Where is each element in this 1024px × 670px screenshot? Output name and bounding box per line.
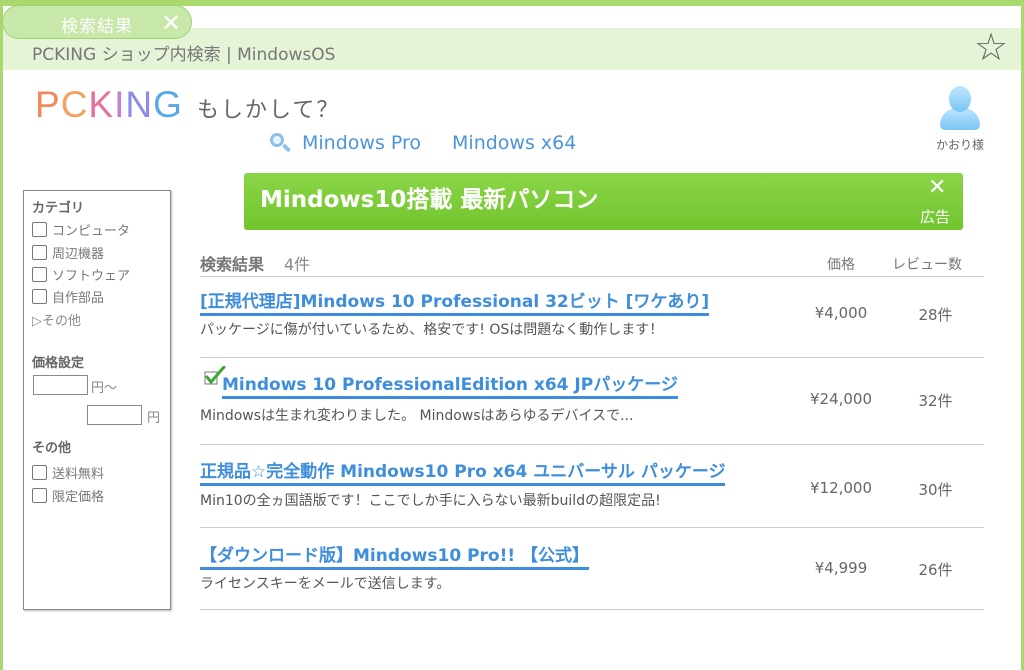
result-review-count: 30件	[918, 481, 953, 499]
free-shipping-checkbox[interactable]: 送料無料	[32, 463, 104, 482]
search-icon	[268, 131, 292, 155]
result-row[interactable]: [正規代理店]Mindows 10 Professional 32ビット [ワケ…	[200, 287, 984, 358]
price-heading: 価格設定	[32, 356, 85, 371]
category-checkbox-software[interactable]: ソフトウェア	[32, 265, 130, 284]
user-name: かおり様	[935, 138, 984, 152]
suggestion-link-x64[interactable]: Mindows x64	[452, 132, 576, 154]
result-title-link[interactable]: [正規代理店]Mindows 10 Professional 32ビット [ワケ…	[200, 287, 710, 316]
category-checkbox-peripherals[interactable]: 周辺機器	[32, 243, 104, 262]
bookmark-star-icon[interactable]: ☆	[974, 27, 1008, 67]
filter-sidebar: カテゴリ コンピュータ 周辺機器 ソフトウェア 自作部品 ▷その他 価格設定 円…	[23, 190, 171, 610]
category-other-link[interactable]: ▷その他	[32, 310, 81, 329]
result-price: ¥4,000	[814, 304, 868, 322]
result-title-link[interactable]: 【ダウンロード版】Mindows10 Pro!! 【公式】	[200, 541, 590, 570]
checkbox[interactable]	[32, 488, 47, 503]
pcking-logo[interactable]: PCKING	[35, 84, 183, 126]
limited-price-checkbox[interactable]: 限定価格	[32, 486, 104, 505]
ad-banner[interactable]: Mindows10搭載 最新パソコン ✕ 広告	[244, 173, 963, 230]
did-you-mean-heading: もしかして？	[197, 98, 341, 123]
checkbox[interactable]	[32, 289, 47, 304]
other-heading: その他	[32, 441, 72, 456]
tab-search-results[interactable]: 検索結果 ✕	[2, 5, 192, 39]
result-review-count: 28件	[918, 306, 953, 324]
category-heading: カテゴリ	[32, 201, 85, 216]
checkbox[interactable]	[32, 267, 47, 282]
result-row[interactable]: 【ダウンロード版】Mindows10 Pro!! 【公式】 ライセンスキーをメー…	[200, 528, 984, 610]
result-title-link[interactable]: 正規品☆完全動作 Mindows10 Pro x64 ユニバーサル パッケージ	[200, 457, 726, 486]
user-avatar-icon	[940, 86, 980, 132]
price-max-input[interactable]	[87, 405, 142, 425]
result-price: ¥24,000	[809, 390, 873, 408]
suggestion-link-pro[interactable]: Mindows Pro	[302, 132, 421, 154]
tab-label: 検索結果	[61, 17, 133, 37]
result-row[interactable]: 正規品☆完全動作 Mindows10 Pro x64 ユニバーサル パッケージ …	[200, 445, 984, 528]
address-text: PCKING ショップ内検索 | MindowsOS	[32, 45, 336, 65]
user-account[interactable]: かおり様	[928, 86, 992, 153]
suggestions: Mindows Pro Mindows x64	[268, 131, 607, 155]
result-price: ¥12,000	[809, 479, 873, 497]
result-title-link[interactable]: Mindows 10 ProfessionalEdition x64 JPパッケ…	[222, 370, 678, 399]
result-description: ライセンスキーをメールで送信します。	[200, 576, 451, 592]
price-min-input[interactable]	[33, 375, 88, 395]
result-price: ¥4,999	[814, 559, 868, 577]
results-title: 検索結果	[200, 255, 265, 274]
result-row[interactable]: Mindows 10 ProfessionalEdition x64 JPパッケ…	[200, 358, 984, 445]
ad-title: Mindows10搭載 最新パソコン	[260, 187, 599, 213]
category-checkbox-computer[interactable]: コンピュータ	[32, 220, 130, 239]
result-description: Min10の全ヵ国語版です！ここでしか手に入らない最新buildの超限定品!	[200, 493, 661, 509]
ad-close-icon[interactable]: ✕	[928, 175, 946, 200]
results-header: 検索結果 4件 価格 レビュー数	[200, 251, 984, 277]
tab-close-icon[interactable]: ✕	[161, 9, 181, 37]
result-review-count: 26件	[918, 561, 953, 579]
result-review-count: 32件	[918, 392, 953, 410]
price-unit-from: 円〜	[91, 381, 118, 396]
category-checkbox-parts[interactable]: 自作部品	[32, 287, 104, 306]
checkbox[interactable]	[32, 245, 47, 260]
column-price-header[interactable]: 価格	[827, 254, 855, 274]
checkbox[interactable]	[32, 465, 47, 480]
price-unit-to: 円	[147, 411, 161, 426]
results-count: 4件	[284, 255, 311, 274]
ad-label: 広告	[920, 208, 951, 226]
result-description: パッケージに傷が付いているため、格安です! OSは問題なく動作します！	[200, 322, 664, 338]
result-description: Mindowsは生まれ変わりました。 Mindowsはあらゆるデバイスで...	[200, 408, 634, 424]
checkbox[interactable]	[32, 222, 47, 237]
column-review-header[interactable]: レビュー数	[892, 254, 962, 274]
